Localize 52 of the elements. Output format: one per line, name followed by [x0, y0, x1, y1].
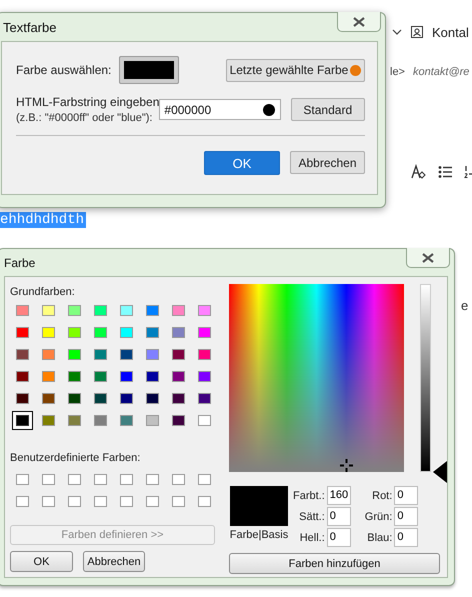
crosshair-icon — [340, 459, 353, 472]
close-icon — [422, 252, 434, 262]
window-title: Farbe — [4, 256, 36, 270]
field-label: Hell.: — [300, 532, 325, 544]
close-icon — [353, 16, 365, 26]
field-label: Grün: — [364, 510, 392, 522]
color-preview — [230, 486, 288, 526]
html-color-hint: (z.B.: "#0000ff" oder "blue"): — [16, 112, 154, 124]
sender-text: le> — [390, 66, 405, 78]
html-color-field[interactable]: #000000 — [159, 99, 281, 120]
recent-color-button[interactable]: Letzte gewählte Farbe — [226, 58, 365, 82]
window-title: Textfarbe — [3, 20, 56, 34]
choose-color-label: Farbe auswählen: — [16, 63, 112, 77]
slider-pointer[interactable] — [433, 461, 447, 483]
ok-button[interactable]: OK — [204, 151, 280, 175]
number-field[interactable]: 0 — [326, 507, 351, 526]
clear-format-icon[interactable] — [410, 164, 426, 180]
toolbar-label[interactable]: Kontal — [432, 24, 469, 40]
field-label: Sätt.: — [299, 510, 325, 522]
cancel-button[interactable]: Abbrechen — [83, 551, 145, 572]
current-color-button[interactable] — [119, 56, 179, 84]
color-swatch — [124, 61, 174, 79]
cancel-button[interactable]: Abbrechen — [290, 151, 365, 174]
field-label: Rot: — [372, 490, 392, 502]
custom-colors-label: Benutzerdefinierte Farben: — [10, 452, 142, 464]
number-field[interactable]: 0 — [394, 528, 418, 547]
preview-label: Farbe|Basis — [230, 529, 288, 541]
chevron-down-icon[interactable] — [392, 28, 402, 36]
bullet-list-icon[interactable] — [438, 165, 452, 179]
number-field[interactable]: 0 — [394, 507, 418, 526]
number-field[interactable]: 0 — [394, 486, 418, 505]
field-label: Farbt.: — [293, 490, 325, 502]
selected-text: ehhdhdhdth — [0, 212, 86, 228]
editor-text: e — [461, 298, 468, 313]
numbered-list-icon[interactable] — [464, 165, 472, 179]
add-colors-button[interactable]: Farben hinzufügen — [229, 553, 440, 574]
number-field[interactable]: 0 — [326, 528, 351, 547]
basic-colors-label: Grundfarben: — [10, 286, 76, 298]
address-text: kontakt@re — [413, 66, 470, 78]
html-color-label: HTML-Farbstring eingeben — [16, 95, 160, 109]
color-swatch[interactable] — [12, 411, 33, 430]
color-dot — [262, 104, 275, 116]
close-button[interactable] — [406, 248, 450, 268]
html-color-value: #000000 — [164, 102, 212, 116]
color-spectrum[interactable] — [229, 284, 404, 472]
contact-card-icon[interactable] — [410, 25, 424, 39]
close-button[interactable] — [337, 12, 381, 32]
field-label: Blau: — [367, 532, 392, 544]
ok-button[interactable]: OK — [10, 551, 73, 572]
number-field[interactable]: 160 — [326, 486, 351, 505]
luminance-slider[interactable] — [420, 284, 447, 483]
default-button[interactable]: Standard — [290, 98, 365, 121]
